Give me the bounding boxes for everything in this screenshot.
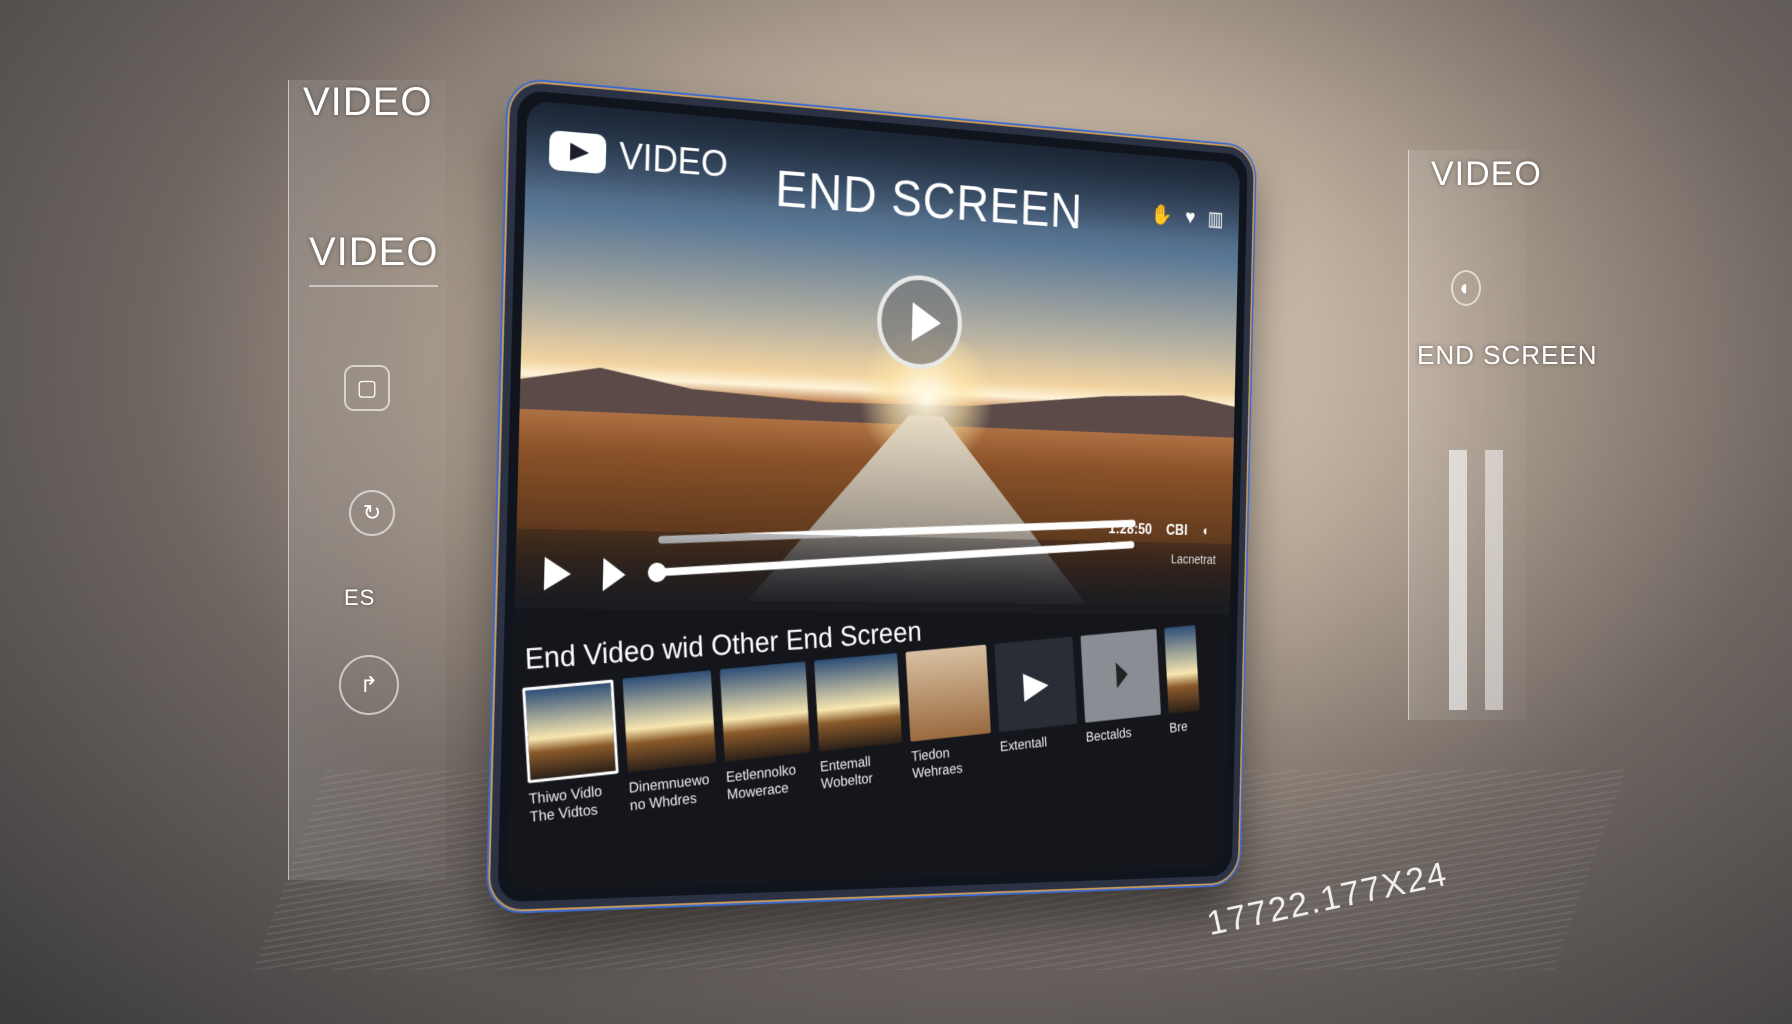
left-panel-video-tab[interactable]: VIDEO (309, 230, 439, 287)
thumbnail (905, 644, 991, 742)
end-screen-item[interactable]: Bre (1164, 625, 1202, 753)
right-panel-video-label: VIDEO (1431, 155, 1542, 193)
item-caption: Bectalds (1085, 725, 1133, 746)
item-caption: Tiedon Wehraes (910, 745, 964, 782)
right-panel-end-screen-tab[interactable]: END SCREEN (1417, 340, 1597, 371)
end-screen-item[interactable]: ⏵ Bectalds (1080, 628, 1163, 763)
thumbnail (622, 670, 717, 773)
item-caption: Extentall (999, 734, 1048, 756)
refresh-icon[interactable]: ↻ (349, 490, 395, 536)
item-caption: Eetlennolko Mowerace (725, 761, 797, 804)
end-screen-item[interactable]: Eetlennolko Mowerace (719, 661, 813, 805)
thumbnail (522, 679, 619, 784)
thumbnail: ⏵ (1080, 628, 1161, 723)
video-screen: VIDEO END SCREEN ✋ ♥ ▥ 1:28:50 CBI ◖ Lac… (507, 100, 1241, 892)
thumbnail (814, 652, 903, 752)
right-side-panel: VIDEO ◐ END SCREEN (1408, 150, 1596, 720)
thumbnail: ▶ (994, 636, 1078, 733)
tablet-device: VIDEO END SCREEN ✋ ♥ ▥ 1:28:50 CBI ◖ Lac… (489, 80, 1255, 911)
item-caption: Dinemnuewo no Whdres (628, 771, 710, 815)
item-caption: Bre (1169, 718, 1189, 737)
secondary-label: Lacnetrat (1170, 551, 1216, 567)
end-screen-item[interactable]: ▶ Extentall (994, 636, 1079, 773)
thumbnail (1164, 625, 1200, 714)
play-icon[interactable] (543, 556, 572, 591)
end-screen-item[interactable]: Dinemnuewo no Whdres (622, 670, 719, 815)
left-panel-small-text: ES (344, 585, 376, 610)
item-caption: Thiwo Vidlo The Vidtos (528, 783, 603, 826)
quality-badge[interactable]: CBI (1166, 523, 1188, 540)
circle-logo-icon[interactable]: ◐ (1451, 270, 1481, 306)
left-side-panel: VIDEO VIDEO ▢ ↻ ES ↱ (288, 80, 446, 880)
share-icon[interactable]: ↱ (339, 655, 399, 715)
bar-graphic (1485, 450, 1503, 710)
play-icon: ▶ (1022, 662, 1050, 706)
heart-icon[interactable]: ♥ (1185, 205, 1196, 229)
left-panel-video-label: VIDEO (303, 80, 433, 124)
bar-graphic (1449, 450, 1467, 710)
end-screen-item[interactable]: Tiedon Wehraes (905, 644, 994, 783)
item-caption: Entemall Wobeltor (819, 753, 874, 793)
end-screen-item[interactable]: Entemall Wobeltor (814, 652, 904, 793)
app-icon[interactable]: ▢ (344, 365, 390, 411)
logo-text: VIDEO (618, 135, 729, 186)
hand-icon[interactable]: ✋ (1151, 203, 1173, 228)
play-circle-icon: ⏵ (1112, 654, 1130, 696)
volume-icon[interactable]: ◖ (1201, 524, 1209, 540)
time-display: 1:28:50 (1108, 521, 1153, 538)
play-logo-icon (548, 130, 607, 175)
grid-icon[interactable]: ▥ (1207, 207, 1223, 231)
end-screen-item[interactable]: Thiwo Vidlo The Vidtos (522, 679, 621, 826)
thumbnail (719, 661, 811, 762)
next-icon[interactable] (602, 557, 626, 592)
